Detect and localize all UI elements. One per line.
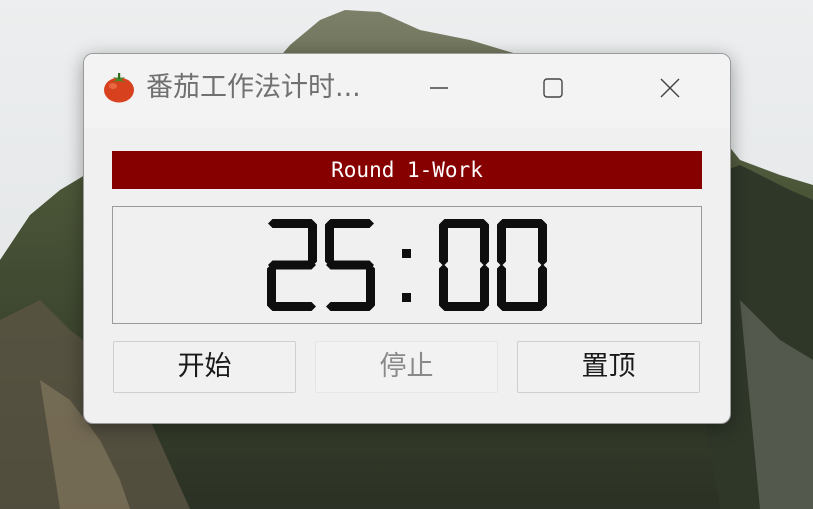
lcd-segment-b — [308, 220, 317, 266]
round-label: Round 1-Work — [112, 151, 702, 189]
minimize-icon — [430, 87, 448, 89]
lcd-segment-d — [268, 302, 316, 311]
lcd-segment-e — [497, 264, 506, 310]
lcd-colon-dot — [402, 249, 411, 258]
lcd-segment-e — [439, 264, 448, 310]
lcd-segment-f — [439, 220, 448, 266]
title-bar[interactable]: 番茄工作法计时... — [84, 54, 730, 128]
lcd-segment-b — [480, 220, 489, 266]
minimize-button[interactable] — [409, 64, 469, 112]
lcd-clock — [267, 219, 547, 311]
lcd-segment-f — [325, 220, 334, 266]
tomato-icon — [104, 73, 134, 103]
lcd-segment-f — [497, 220, 506, 266]
pin-on-top-button[interactable]: 置顶 — [517, 341, 700, 393]
maximize-button[interactable] — [523, 64, 583, 112]
maximize-icon — [543, 78, 563, 98]
lcd-segment-b — [538, 220, 547, 266]
lcd-digit-3 — [497, 219, 547, 311]
stop-button[interactable]: 停止 — [315, 341, 498, 393]
start-button[interactable]: 开始 — [113, 341, 296, 393]
pomodoro-window: 番茄工作法计时... Round 1-Work 开始 停止 置顶 — [83, 53, 731, 424]
lcd-colon-dot — [402, 293, 411, 302]
close-icon — [660, 78, 680, 98]
close-button[interactable] — [640, 64, 700, 112]
timer-display — [112, 206, 702, 324]
lcd-digit-2 — [439, 219, 489, 311]
lcd-colon — [402, 249, 411, 302]
lcd-digit-1 — [325, 219, 375, 311]
lcd-segment-d — [326, 302, 374, 311]
window-title: 番茄工作法计时... — [146, 72, 361, 103]
lcd-digit-0 — [267, 219, 317, 311]
